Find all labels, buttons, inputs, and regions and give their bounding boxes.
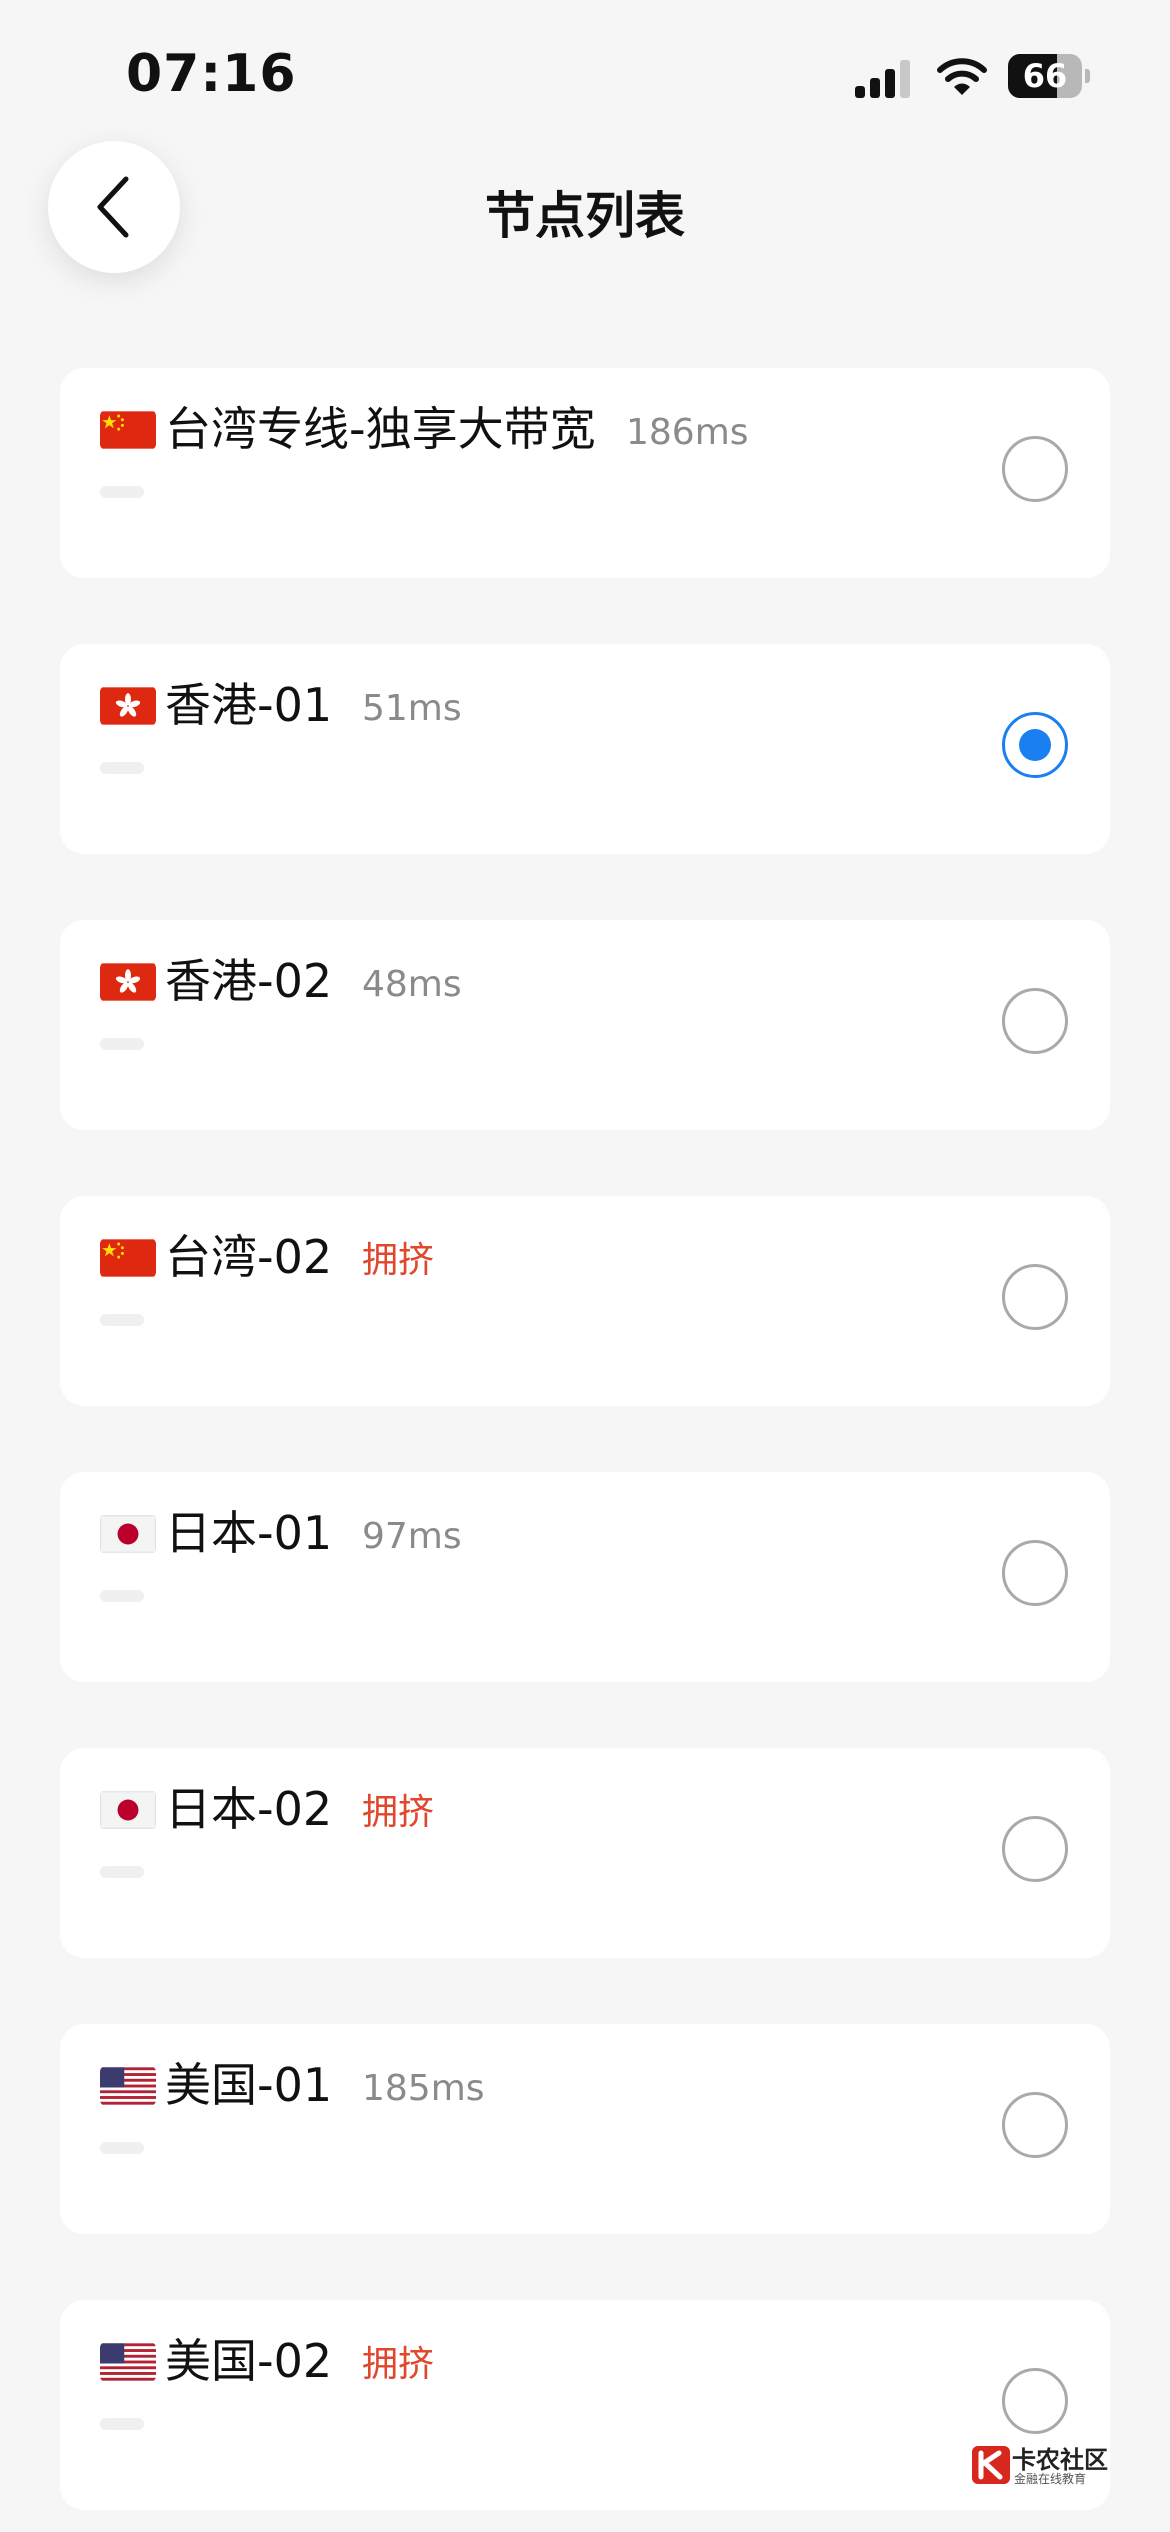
node-status-crowded: 拥挤 xyxy=(362,1240,435,1281)
japan-flag-icon xyxy=(100,1790,156,1830)
node-radio-selected[interactable] xyxy=(1002,712,1068,778)
usa-flag-icon xyxy=(100,2066,156,2106)
node-status-crowded: 拥挤 xyxy=(362,2344,435,2385)
japan-flag-icon xyxy=(100,1514,156,1554)
node-name: 香港-01 xyxy=(165,678,333,732)
hong-kong-flag-icon xyxy=(100,686,156,726)
china-flag-icon xyxy=(100,1238,156,1278)
node-name: 美国-02 xyxy=(165,2334,333,2388)
node-subtitle-placeholder xyxy=(100,762,144,774)
china-flag-icon xyxy=(100,410,156,450)
battery-percent: 66 xyxy=(1022,57,1068,95)
node-latency: 186ms xyxy=(626,412,749,453)
node-item[interactable]: 香港-01 51ms xyxy=(60,644,1110,854)
node-item[interactable]: 美国-01 185ms xyxy=(60,2024,1110,2234)
cellular-signal-icon xyxy=(855,58,913,98)
node-subtitle-placeholder xyxy=(100,1866,144,1878)
node-latency: 51ms xyxy=(362,688,462,729)
node-name: 美国-01 xyxy=(165,2058,333,2112)
node-radio[interactable] xyxy=(1002,2368,1068,2434)
node-radio[interactable] xyxy=(1002,1264,1068,1330)
node-subtitle-placeholder xyxy=(100,1590,144,1602)
status-time: 07:16 xyxy=(126,44,297,104)
node-radio[interactable] xyxy=(1002,2092,1068,2158)
node-subtitle-placeholder xyxy=(100,486,144,498)
node-subtitle-placeholder xyxy=(100,2418,144,2430)
battery-icon: 66 xyxy=(1008,54,1090,98)
node-item[interactable]: 香港-02 48ms xyxy=(60,920,1110,1130)
node-latency: 48ms xyxy=(362,964,462,1005)
node-item[interactable]: 美国-02 拥挤 xyxy=(60,2300,1110,2510)
hong-kong-flag-icon xyxy=(100,962,156,1002)
node-name: 香港-02 xyxy=(165,954,333,1008)
node-name: 台湾专线-独享大带宽 xyxy=(165,402,596,456)
node-subtitle-placeholder xyxy=(100,2142,144,2154)
node-latency: 97ms xyxy=(362,1516,462,1557)
node-item[interactable]: 台湾专线-独享大带宽 186ms xyxy=(60,368,1110,578)
usa-flag-icon xyxy=(100,2342,156,2382)
node-latency: 185ms xyxy=(362,2068,485,2109)
node-name: 日本-01 xyxy=(165,1506,333,1560)
watermark-logo: 卡农社区 金融在线教育 xyxy=(972,2440,1112,2488)
node-item[interactable]: 日本-01 97ms xyxy=(60,1472,1110,1682)
node-radio[interactable] xyxy=(1002,988,1068,1054)
page-title: 节点列表 xyxy=(485,187,685,245)
node-subtitle-placeholder xyxy=(100,1038,144,1050)
watermark-subtitle: 金融在线教育 xyxy=(1014,2472,1087,2486)
node-item[interactable]: 台湾-02 拥挤 xyxy=(60,1196,1110,1406)
node-status-crowded: 拥挤 xyxy=(362,1792,435,1833)
status-bar: 07:16 66 xyxy=(0,0,1170,150)
node-name: 日本-02 xyxy=(165,1782,333,1836)
node-subtitle-placeholder xyxy=(100,1314,144,1326)
node-item[interactable]: 日本-02 拥挤 xyxy=(60,1748,1110,1958)
node-name: 台湾-02 xyxy=(165,1230,333,1284)
kanong-logo-icon xyxy=(972,2446,1010,2484)
node-radio[interactable] xyxy=(1002,1816,1068,1882)
node-radio[interactable] xyxy=(1002,436,1068,502)
wifi-icon xyxy=(937,55,987,99)
node-radio[interactable] xyxy=(1002,1540,1068,1606)
